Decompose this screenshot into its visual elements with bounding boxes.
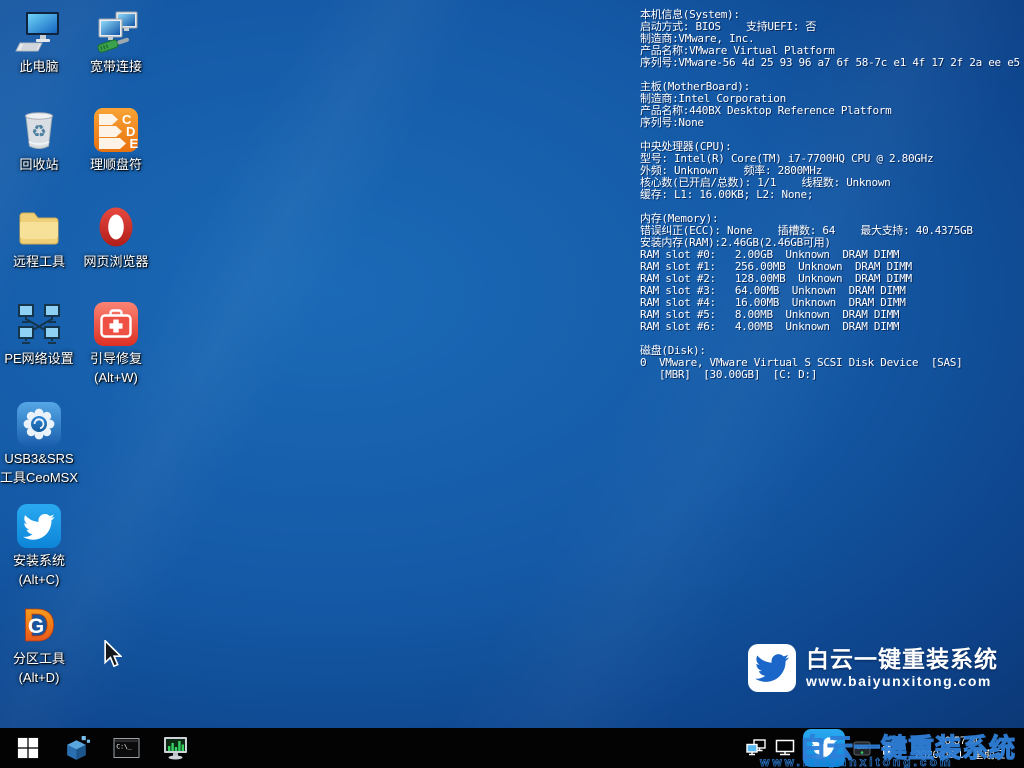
icon-label: 网页浏览器 (83, 253, 148, 270)
icon-label: 远程工具 (13, 253, 65, 270)
tray-display-duo-icon[interactable] (745, 738, 767, 758)
watermark-url-text: www.baiyunxitong.com (806, 672, 998, 690)
bird-icon (811, 735, 837, 761)
icon-label-line2: (Alt+W) (94, 369, 138, 386)
sysinfo-section-memory: 内存(Memory): 错误纠正(ECC): None 插槽数: 64 最大支持… (640, 213, 1020, 333)
diskgenius-icon: D G (15, 600, 63, 648)
gear-flower-icon (15, 400, 63, 448)
desktop-icon-recycle-bin[interactable]: ♻ 回收站 (1, 106, 77, 173)
sysinfo-line: 序列号:VMware-56 4d 25 93 96 a7 6f 58-7c e1… (640, 57, 1020, 69)
icon-label: PE网络设置 (4, 350, 73, 367)
icon-label: 理顺盘符 (90, 156, 142, 173)
computer-icon (15, 8, 63, 56)
icon-label-line2: (Alt+C) (19, 571, 60, 588)
icon-label: USB3&SRS (4, 450, 73, 467)
taskbar: C:\_ (0, 728, 1024, 768)
desktop-background: 此电脑 ♻ 回收站 远程工具 (0, 0, 1024, 768)
first-aid-icon (92, 300, 140, 348)
sysinfo-section-cpu: 中央处理器(CPU): 型号: Intel(R) Core(TM) i7-770… (640, 141, 1020, 201)
tray-lan-icon[interactable]: LAN (852, 738, 872, 758)
icon-label-line2: (Alt+D) (19, 669, 60, 686)
icon-label: 安装系统 (13, 552, 65, 569)
sysinfo-section-motherboard: 主板(MotherBoard): 制造商:Intel Corporation 产… (640, 81, 1020, 129)
watermark-brand-text: 白云一键重装系统 (806, 646, 998, 672)
folder-icon (15, 203, 63, 251)
icon-label: 分区工具 (13, 650, 65, 667)
start-button[interactable] (13, 733, 43, 763)
clock-date: 2020/06/17 星期三 (902, 748, 1018, 762)
icon-label: 引导修复 (90, 350, 142, 367)
tray-usb-icon[interactable] (879, 738, 895, 758)
svg-text:C:\_: C:\_ (116, 743, 132, 751)
registry-cubes-icon (64, 735, 91, 762)
icon-label: 宽带连接 (90, 58, 142, 75)
bird-icon (15, 502, 63, 550)
task-manager-button[interactable] (160, 733, 190, 763)
brand-watermark: 白云一键重装系统 www.baiyunxitong.com (748, 644, 998, 692)
system-info-panel: 本机信息(System): 启动方式: BIOS 支持UEFI: 否 制造商:V… (640, 9, 1020, 393)
sysinfo-line: RAM slot #6: 4.00MB Unknown DRAM DIMM (640, 321, 1020, 333)
desktop-icon-remote-tools[interactable]: 远程工具 (1, 203, 77, 270)
clock-time: 20:57:30 (902, 734, 1018, 748)
sysinfo-line: 缓存: L1: 16.00KB; L2: None; (640, 189, 1020, 201)
broadband-icon (92, 8, 140, 56)
network-icon (15, 300, 63, 348)
icon-label-line2: 工具CeoMSX (0, 469, 78, 486)
mouse-cursor (103, 640, 122, 668)
desktop-icon-this-pc[interactable]: 此电脑 (1, 8, 77, 75)
desktop-icon-pe-network[interactable]: PE网络设置 (1, 300, 77, 367)
command-prompt-icon: C:\_ (113, 736, 140, 760)
desktop-icon-usb3-srs-tool[interactable]: USB3&SRS 工具CeoMSX (1, 400, 77, 486)
svg-text:G: G (28, 615, 44, 638)
sysinfo-section-disk: 磁盘(Disk): 0 VMware, VMware Virtual S SCS… (640, 345, 1020, 381)
desktop-icon-partition-tool[interactable]: D G 分区工具 (Alt+D) (1, 600, 77, 686)
windows-logo-icon (17, 737, 39, 759)
recycle-bin-icon: ♻ (15, 106, 63, 154)
sysinfo-line: [MBR] [30.00GB] [C: D:] (640, 369, 1020, 381)
opera-icon (92, 203, 140, 251)
desktop-icon-broadband[interactable]: 宽带连接 (78, 8, 154, 75)
command-prompt-button[interactable]: C:\_ (111, 733, 141, 763)
taskbar-clock[interactable]: 20:57:30 2020/06/17 星期三 (902, 734, 1018, 762)
svg-text:♻: ♻ (31, 122, 46, 142)
bird-logo-icon (748, 644, 796, 692)
baiyun-app-button[interactable] (803, 729, 845, 767)
desktop-icon-web-browser[interactable]: 网页浏览器 (78, 203, 154, 270)
icon-label: 此电脑 (19, 58, 58, 75)
desktop-icon-install-system[interactable]: 安装系统 (Alt+C) (1, 502, 77, 588)
sysinfo-line: 序列号:None (640, 117, 1020, 129)
performance-monitor-icon (162, 735, 189, 761)
svg-text:LAN: LAN (857, 745, 867, 751)
desktop-icon-boot-repair[interactable]: 引导修复 (Alt+W) (78, 300, 154, 386)
desktop-icon-drive-letters[interactable]: C D E 理顺盘符 (78, 106, 154, 173)
registry-editor-button[interactable] (62, 733, 92, 763)
icon-label: 回收站 (19, 156, 58, 173)
sysinfo-section-system: 本机信息(System): 启动方式: BIOS 支持UEFI: 否 制造商:V… (640, 9, 1020, 69)
svg-text:E: E (130, 136, 139, 151)
drive-letters-icon: C D E (92, 106, 140, 154)
tray-network-display-icon[interactable] (774, 738, 796, 758)
